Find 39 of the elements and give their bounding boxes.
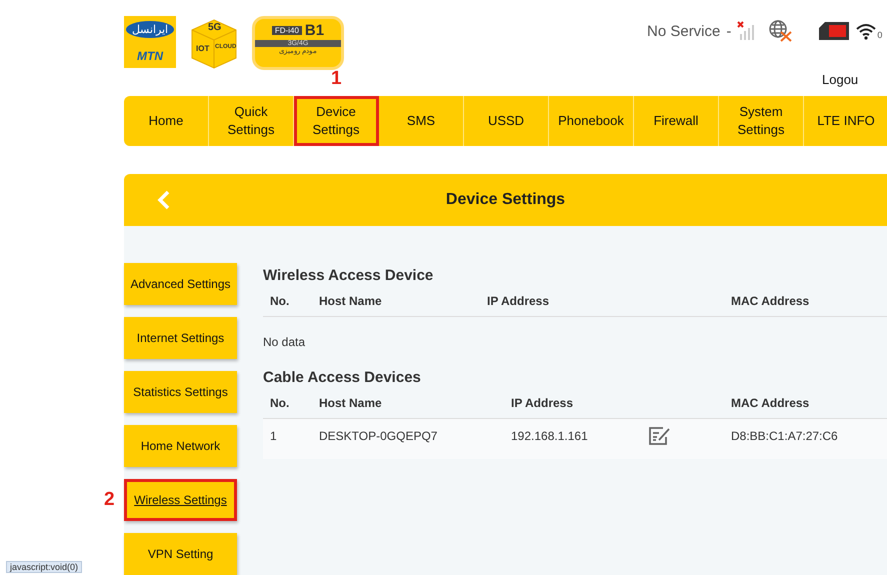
section-title: Cable Access Devices (263, 369, 422, 386)
section-title: Wireless Access Device (263, 267, 434, 284)
table-cell: 192.168.1.161 (511, 419, 648, 459)
nav-tab[interactable]: Home (124, 96, 209, 146)
nav-tab[interactable]: Firewall (634, 96, 719, 146)
annotation-number: 2 (104, 489, 115, 511)
column-header: MAC Address (731, 294, 887, 317)
signal-off-icon (737, 21, 756, 41)
sidebar-item[interactable]: Internet Settings (124, 317, 237, 359)
nav-tab[interactable]: Phonebook (549, 96, 634, 146)
sim-card-icon (819, 22, 850, 40)
nav-tab[interactable]: LTE INFO (804, 96, 887, 146)
annotation-number: 1 (331, 68, 342, 90)
empty-message: No data (263, 334, 306, 351)
table-cell: DESKTOP-0GQEPQ7 (319, 419, 511, 459)
nav-tab[interactable]: USSD (464, 96, 549, 146)
page-title: Device Settings (444, 191, 566, 209)
sidebar-item[interactable]: VPN Setting (124, 533, 237, 575)
sidebar-item[interactable]: Wireless Settings (124, 479, 237, 521)
column-header: IP Address (487, 294, 648, 317)
connection-status: No Service (647, 22, 720, 40)
column-header: No. (263, 294, 319, 317)
wifi-client-count: 0 (877, 30, 882, 40)
separator: - (726, 22, 732, 40)
nav-tab[interactable]: System Settings (719, 96, 804, 146)
nav-tab[interactable]: Quick Settings (209, 96, 294, 146)
column-header: Host Name (319, 294, 487, 317)
sidebar-item[interactable]: Statistics Settings (124, 371, 237, 413)
sidebar-item[interactable]: Advanced Settings (124, 263, 237, 305)
sidebar-item[interactable]: Home Network (124, 425, 237, 467)
table-cell: D8:BB:C1:A7:27:C6 (731, 419, 887, 459)
table-cell: 1 (263, 419, 319, 459)
nav-tab[interactable]: Device Settings (294, 96, 379, 146)
status-link-tooltip: javascript:void(0) (6, 561, 82, 573)
logout-link[interactable]: Logou (822, 72, 858, 87)
edit-icon[interactable] (648, 426, 672, 446)
globe-off-icon (769, 20, 794, 42)
nav-tab[interactable]: SMS (379, 96, 464, 146)
wifi-icon (855, 22, 878, 40)
